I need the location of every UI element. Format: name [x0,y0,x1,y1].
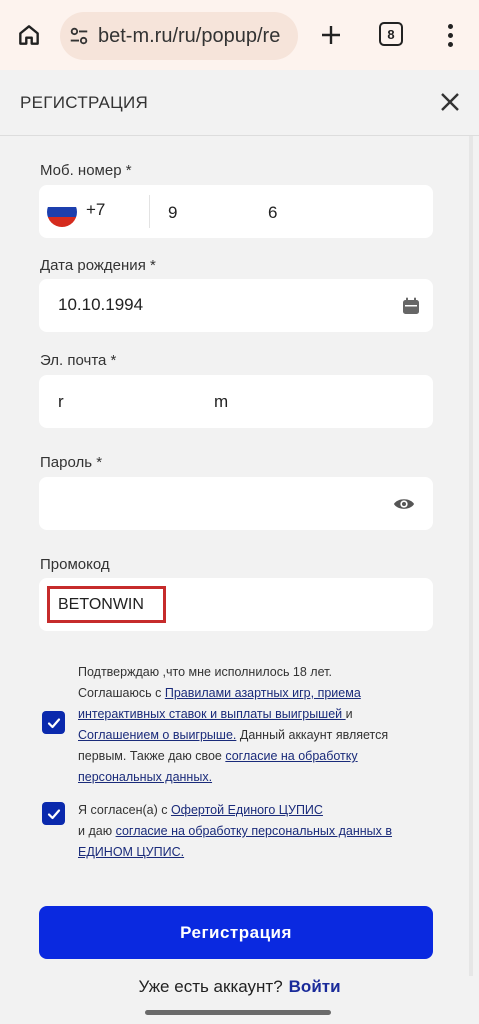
consent-line: Я согласен(а) с [78,803,171,817]
cupis-offer-link[interactable]: Офертой Единого ЦУПИС [171,803,323,817]
consent-cupis-checkbox[interactable] [42,802,65,825]
tab-switcher-button[interactable]: 8 [379,22,403,46]
consent-age-text: Подтверждаю ,что мне исполнилось 18 лет.… [78,662,433,788]
email-fragment: r [58,392,64,411]
email-label: Эл. почта * [40,352,117,369]
password-label: Пароль * [40,454,103,471]
consent-line: Соглашаюсь с [78,686,165,700]
password-field[interactable] [39,477,433,530]
have-account-text: Уже есть аккаунт? [138,977,283,996]
address-bar[interactable]: bet-m.ru/ru/popup/re [60,12,298,60]
cupis-personal-data-link[interactable]: согласие на обработку персональных данны… [78,824,392,859]
phone-label: Моб. номер * [40,162,132,179]
email-fragment: m [214,392,229,411]
consent-line: и даю [78,824,116,838]
site-settings-icon[interactable] [68,25,90,47]
close-icon[interactable] [438,90,462,114]
phone-field[interactable]: +7 9 6 [39,185,433,238]
phone-digit: 9 [168,203,178,222]
consent-line: Подтверждаю ,что мне исполнилось 18 лет. [78,665,332,679]
russia-flag-icon[interactable] [47,197,77,227]
birthdate-field[interactable]: 10.10.1994 [39,279,433,332]
consent-line: и [345,707,353,721]
show-password-eye-icon[interactable] [393,494,415,519]
birthdate-label: Дата рождения * [40,257,156,274]
divider [149,195,150,228]
login-link[interactable]: Войти [289,977,341,996]
register-button[interactable]: Регистрация [39,906,433,959]
login-prompt: Уже есть аккаунт? Войти [0,977,479,997]
url-text: bet-m.ru/ru/popup/re [98,24,281,47]
modal-title: РЕГИСТРАЦИЯ [20,93,149,112]
promo-field[interactable]: BETONWIN [39,578,433,631]
consent-cupis-text: Я согласен(а) с Офертой Единого ЦУПИС и … [78,800,433,863]
new-tab-plus-icon[interactable] [316,20,346,50]
consent-age-checkbox[interactable] [42,711,65,734]
phone-digit: 6 [268,203,278,222]
gesture-bar[interactable] [145,1010,331,1015]
scrollbar[interactable] [469,136,473,976]
email-field[interactable]: r m [39,375,433,428]
modal-header: РЕГИСТРАЦИЯ [0,70,479,136]
promo-label: Промокод [40,556,110,573]
country-code: +7 [86,200,106,219]
check-icon [47,717,60,728]
home-icon[interactable] [14,20,44,50]
browser-toolbar: bet-m.ru/ru/popup/re 8 [0,0,479,70]
birthdate-value: 10.10.1994 [58,295,144,314]
check-icon [47,808,60,819]
winnings-agreement-link[interactable]: Соглашением о выигрыше. [78,728,236,742]
calendar-icon[interactable] [401,296,421,321]
more-menu-icon[interactable] [440,20,460,50]
promo-value: BETONWIN [58,596,144,613]
